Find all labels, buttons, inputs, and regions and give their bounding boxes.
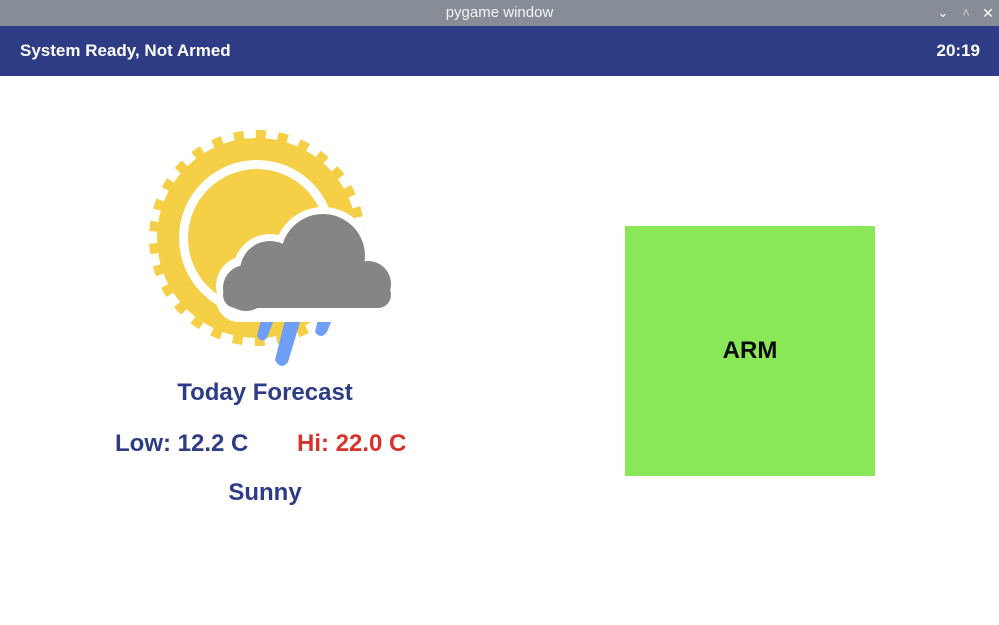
weather-condition: Sunny [228,479,302,506]
arm-button[interactable]: ARM [625,226,875,476]
window-titlebar: pygame window [0,0,999,26]
status-bar: System Ready, Not Armed 20:19 [0,26,999,76]
maximize-icon[interactable]: ˄ [955,0,977,26]
close-icon[interactable]: ✕ [977,0,999,26]
forecast-title: Today Forecast [177,379,353,406]
arm-button-label: ARM [722,337,778,364]
sun-cloud-rain-icon [149,130,395,367]
high-temperature: Hi: 22.0 C [297,430,407,457]
window-title: pygame window [445,4,554,21]
minimize-icon[interactable]: ⌄ [932,0,954,26]
clock-time: 20:19 [936,41,980,60]
low-temperature: Low: 12.2 C [115,430,249,457]
system-status: System Ready, Not Armed [20,41,231,60]
